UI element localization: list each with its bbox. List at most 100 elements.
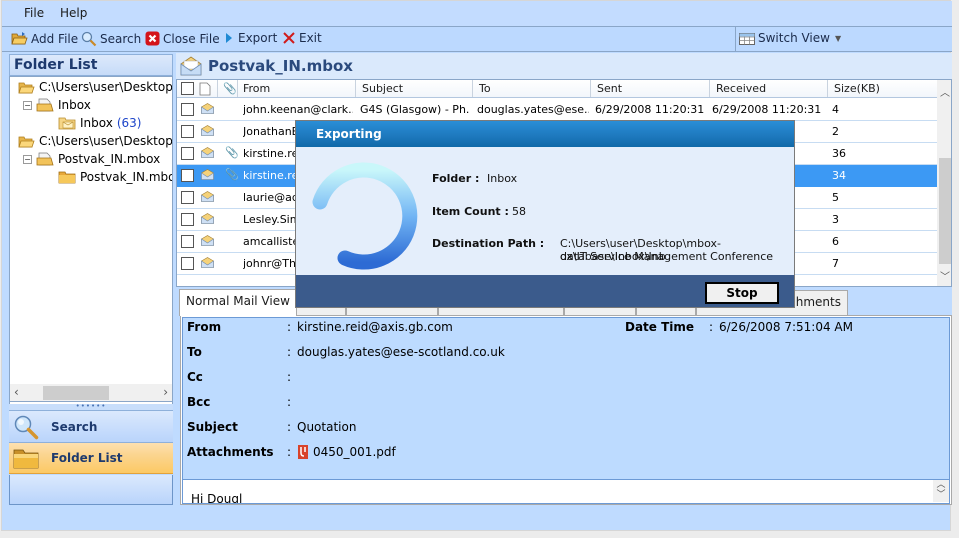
colon: : bbox=[287, 445, 292, 459]
tree-node-label: C:\Users\user\Desktop\M bbox=[39, 80, 173, 94]
row-checkbox[interactable] bbox=[181, 103, 194, 116]
folder-icon bbox=[58, 171, 76, 184]
scroll-down-icon[interactable]: ﹀ bbox=[940, 268, 950, 283]
row-checkbox[interactable] bbox=[181, 125, 194, 138]
grid-vertical-scrollbar[interactable]: ︿ ﹀ bbox=[937, 80, 951, 286]
menu-help[interactable]: Help bbox=[60, 6, 87, 20]
colon: : bbox=[287, 395, 292, 409]
pst-folder-icon bbox=[36, 98, 54, 112]
colon: : bbox=[709, 320, 714, 334]
row-checkbox[interactable] bbox=[181, 169, 194, 182]
scroll-right-icon[interactable]: › bbox=[163, 385, 168, 399]
cell-received: 6/29/2008 11:20:31 ... bbox=[712, 103, 824, 116]
main-title: Postvak_IN.mbox bbox=[208, 57, 353, 75]
cc-label: Cc bbox=[187, 370, 203, 384]
menu-file[interactable]: File bbox=[24, 6, 44, 20]
col-from[interactable]: From bbox=[243, 82, 270, 95]
select-all-checkbox[interactable] bbox=[181, 82, 194, 95]
mail-view: From : kirstine.reid@axis.gb.com Date Ti… bbox=[180, 315, 952, 505]
from-label: From bbox=[187, 320, 222, 334]
subject-label: Subject bbox=[187, 420, 238, 434]
tab-normal-mail-view[interactable]: Normal Mail View bbox=[179, 289, 297, 316]
collapse-icon[interactable]: − bbox=[23, 154, 32, 164]
nav-empty-slot bbox=[9, 475, 173, 505]
cell-size: 6 bbox=[832, 235, 839, 248]
nav-folder-list-label: Folder List bbox=[51, 451, 123, 465]
exporting-dialog: Exporting Folder : Inbox Item Count : 58… bbox=[295, 120, 795, 308]
cell-size: 34 bbox=[832, 169, 846, 182]
row-checkbox[interactable] bbox=[181, 257, 194, 270]
item-count-label: Item Count : bbox=[432, 205, 509, 218]
folder-list-title: Folder List bbox=[9, 54, 173, 76]
envelope-icon bbox=[201, 103, 214, 114]
dialog-body: Folder : Inbox Item Count : 58 Destinati… bbox=[296, 147, 794, 275]
body-text: Hi Dougl bbox=[191, 492, 243, 504]
export-button[interactable]: Export bbox=[223, 31, 277, 45]
envelope-icon bbox=[201, 257, 214, 268]
item-count-value: 58 bbox=[512, 205, 526, 218]
tree-node-root-1[interactable]: C:\Users\user\Desktop\M bbox=[18, 80, 173, 94]
nav-search-button[interactable]: Search bbox=[9, 410, 173, 442]
paperclip-icon: 📎 bbox=[225, 146, 239, 159]
search-button[interactable]: Search bbox=[81, 31, 141, 47]
main-header: Postvak_IN.mbox bbox=[176, 53, 952, 79]
collapse-icon[interactable]: − bbox=[23, 100, 32, 110]
row-checkbox[interactable] bbox=[181, 213, 194, 226]
body-scrollbar[interactable]: ︿ ﹀ bbox=[933, 480, 949, 502]
email-row[interactable]: john.keenan@clark... G4S (Glasgow) - Ph..… bbox=[177, 99, 937, 121]
close-file-label: Close File bbox=[163, 31, 220, 46]
exit-button[interactable]: Exit bbox=[282, 31, 322, 45]
menu-bar: File Help bbox=[2, 1, 952, 26]
add-file-button[interactable]: Add File bbox=[11, 31, 78, 46]
tree-node-inbox-parent[interactable]: − Inbox bbox=[23, 98, 91, 112]
scroll-left-icon[interactable]: ‹ bbox=[14, 385, 19, 399]
folder-value: Inbox bbox=[487, 172, 518, 185]
close-file-icon bbox=[145, 31, 160, 46]
col-to[interactable]: To bbox=[479, 82, 491, 95]
close-file-button[interactable]: Close File bbox=[145, 31, 220, 46]
tree-horizontal-scrollbar[interactable]: ‹ › bbox=[9, 384, 173, 402]
cell-from: john.keenan@clark... bbox=[243, 103, 353, 116]
cell-to: douglas.yates@ese... bbox=[477, 103, 589, 116]
destination-path-label: Destination Path : bbox=[432, 237, 545, 250]
destination-path-line2: ox\IT Service Management Conference bbox=[560, 250, 774, 263]
item-count: (63) bbox=[116, 116, 142, 130]
mail-body[interactable]: Hi Dougl ︿ ﹀ bbox=[182, 480, 950, 504]
col-sent[interactable]: Sent bbox=[597, 82, 622, 95]
envelope-icon bbox=[201, 213, 214, 224]
cell-size: 2 bbox=[832, 125, 839, 138]
col-received[interactable]: Received bbox=[716, 82, 766, 95]
tree-node-mbox-parent[interactable]: − Postvak_IN.mbox bbox=[23, 152, 160, 166]
col-subject[interactable]: Subject bbox=[362, 82, 403, 95]
row-checkbox[interactable] bbox=[181, 191, 194, 204]
cell-size: 3 bbox=[832, 213, 839, 226]
pst-folder-icon bbox=[36, 152, 54, 166]
nav-folder-list-button[interactable]: Folder List bbox=[9, 442, 173, 474]
tree-node-inbox[interactable]: Inbox (63) bbox=[58, 116, 141, 130]
attachment-link[interactable]: 0450_001.pdf bbox=[297, 444, 396, 460]
row-checkbox[interactable] bbox=[181, 235, 194, 248]
folder-panel: Folder List C:\Users\user\Desktop\M − In… bbox=[9, 54, 173, 506]
switch-view-button[interactable]: Switch View ▼ bbox=[739, 31, 841, 45]
grid-view-icon bbox=[739, 33, 755, 45]
scroll-thumb[interactable] bbox=[43, 386, 109, 400]
tree-node-label: Inbox bbox=[80, 116, 113, 130]
stop-button[interactable]: Stop bbox=[705, 282, 779, 304]
scroll-up-icon[interactable]: ︿ bbox=[940, 84, 950, 99]
row-checkbox[interactable] bbox=[181, 147, 194, 160]
tree-node-label: Postvak_IN.mbox bbox=[80, 170, 173, 184]
folder-label: Folder : bbox=[432, 172, 480, 185]
folder-icon bbox=[13, 449, 39, 469]
tree-node-root-2[interactable]: C:\Users\user\Desktop\M bbox=[18, 134, 172, 148]
envelope-icon bbox=[201, 191, 214, 202]
col-size[interactable]: Size(KB) bbox=[834, 82, 880, 95]
envelope-icon bbox=[201, 147, 214, 158]
scroll-thumb[interactable] bbox=[939, 158, 951, 264]
envelope-icon bbox=[201, 125, 214, 136]
tree-node-mbox[interactable]: Postvak_IN.mbox bbox=[58, 170, 173, 184]
toolbar-separator bbox=[735, 27, 736, 51]
mail-header-fields: From : kirstine.reid@axis.gb.com Date Ti… bbox=[182, 317, 950, 480]
open-folder-icon bbox=[11, 32, 28, 45]
pdf-icon bbox=[298, 445, 308, 459]
add-file-label: Add File bbox=[31, 31, 79, 46]
